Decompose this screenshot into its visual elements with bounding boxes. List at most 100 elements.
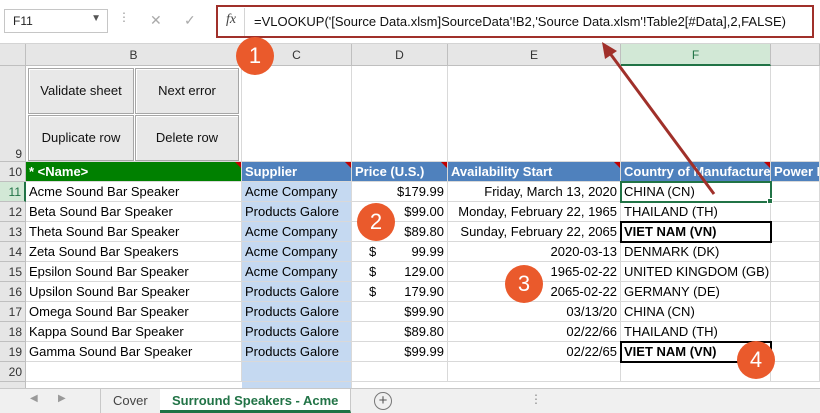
cell-country[interactable]: CHINA (CN) — [621, 302, 771, 322]
duplicate-row-button[interactable]: Duplicate row — [28, 115, 134, 161]
cell-power[interactable] — [771, 262, 820, 282]
cell-b20[interactable] — [26, 362, 242, 382]
row-header-18[interactable]: 18 — [0, 322, 26, 342]
cell-g9[interactable] — [771, 66, 820, 162]
cell-g20[interactable] — [771, 362, 820, 382]
cell-avail[interactable]: 03/13/20 — [448, 302, 621, 322]
cell-name[interactable]: Theta Sound Bar Speaker — [26, 222, 242, 242]
row-header-19[interactable]: 19 — [0, 342, 26, 362]
cell-supplier[interactable]: Products Galore — [242, 282, 352, 302]
delete-row-button[interactable]: Delete row — [135, 115, 239, 161]
header-supplier[interactable]: Supplier — [242, 162, 352, 182]
cell-name[interactable]: Omega Sound Bar Speaker — [26, 302, 242, 322]
cell-price[interactable]: $179.99 — [352, 182, 448, 202]
cell-supplier[interactable]: Products Galore — [242, 342, 352, 362]
cell-e20[interactable] — [448, 362, 621, 382]
more-options-icon[interactable]: ⋮ — [118, 10, 131, 24]
header-availability[interactable]: Availability Start — [448, 162, 621, 182]
cell-power[interactable] — [771, 202, 820, 222]
cell-avail[interactable]: Sunday, February 22, 2065 — [448, 222, 621, 242]
cell-power[interactable] — [771, 302, 820, 322]
cell-power[interactable] — [771, 222, 820, 242]
cell-supplier[interactable]: Products Galore — [242, 202, 352, 222]
row-header-13[interactable]: 13 — [0, 222, 26, 242]
cell-avail[interactable]: 2020-03-13 — [448, 242, 621, 262]
tab-scroll-right-icon[interactable]: ▶ — [58, 393, 66, 404]
cell-price[interactable]: $99.99 — [352, 342, 448, 362]
cell-price[interactable]: $99.90 — [352, 302, 448, 322]
header-country[interactable]: Country of Manufacture — [621, 162, 771, 182]
chevron-down-icon[interactable]: ▼ — [91, 13, 101, 24]
row-header-14[interactable]: 14 — [0, 242, 26, 262]
fill-handle[interactable] — [767, 198, 773, 204]
column-header-d[interactable]: D — [352, 44, 448, 66]
cell-power[interactable] — [771, 182, 820, 202]
enter-icon[interactable]: ✓ — [184, 12, 196, 29]
cell-avail[interactable]: Friday, March 13, 2020 — [448, 182, 621, 202]
price-value: 179.90 — [404, 284, 444, 299]
cell-country[interactable]: THAILAND (TH) — [621, 202, 771, 222]
cell-c9[interactable] — [242, 66, 352, 162]
cell-c20[interactable] — [242, 362, 352, 382]
cell-price[interactable]: $99.99 — [352, 242, 448, 262]
column-header-g[interactable] — [771, 44, 820, 66]
column-header-b[interactable]: B — [26, 44, 242, 66]
column-header-f[interactable]: F — [621, 44, 771, 66]
row-header-12[interactable]: 12 — [0, 202, 26, 222]
cell-name[interactable]: Beta Sound Bar Speaker — [26, 202, 242, 222]
cell-d20[interactable] — [352, 362, 448, 382]
cell-name[interactable]: Epsilon Sound Bar Speaker — [26, 262, 242, 282]
cell-country[interactable]: THAILAND (TH) — [621, 322, 771, 342]
cell-country[interactable]: GERMANY (DE) — [621, 282, 771, 302]
cell-power[interactable] — [771, 342, 820, 362]
row-header-15[interactable]: 15 — [0, 262, 26, 282]
cell-power[interactable] — [771, 322, 820, 342]
name-box[interactable]: F11 ▼ — [4, 9, 108, 33]
validate-sheet-button[interactable]: Validate sheet — [28, 68, 134, 114]
cell-power[interactable] — [771, 242, 820, 262]
row-header-11[interactable]: 11 — [0, 182, 26, 202]
cell-name[interactable]: Zeta Sound Bar Speakers — [26, 242, 242, 262]
cell-avail[interactable]: 02/22/66 — [448, 322, 621, 342]
tab-cover[interactable]: Cover — [100, 389, 161, 413]
cell-supplier[interactable]: Acme Company — [242, 182, 352, 202]
add-sheet-icon[interactable]: + — [374, 392, 392, 410]
cell-name[interactable]: Acme Sound Bar Speaker — [26, 182, 242, 202]
cell-supplier[interactable]: Products Galore — [242, 302, 352, 322]
cell-price[interactable]: $89.80 — [352, 322, 448, 342]
cell-country[interactable]: DENMARK (DK) — [621, 242, 771, 262]
cell-d9[interactable] — [352, 66, 448, 162]
cell-avail[interactable]: Monday, February 22, 1965 — [448, 202, 621, 222]
cell-country[interactable]: UNITED KINGDOM (GB) — [621, 262, 771, 282]
cell-supplier[interactable]: Acme Company — [242, 242, 352, 262]
row-header-9[interactable]: 9 — [0, 66, 26, 162]
cell-name[interactable]: Kappa Sound Bar Speaker — [26, 322, 242, 342]
currency-symbol: $ — [369, 244, 377, 259]
cell-f9[interactable] — [621, 66, 771, 162]
cell-name[interactable]: Gamma Sound Bar Speaker — [26, 342, 242, 362]
next-error-button[interactable]: Next error — [135, 68, 239, 114]
cell-power[interactable] — [771, 282, 820, 302]
cell-avail[interactable]: 02/22/65 — [448, 342, 621, 362]
cancel-icon[interactable]: ✕ — [150, 12, 162, 29]
row-header-17[interactable]: 17 — [0, 302, 26, 322]
row-header-10[interactable]: 10 — [0, 162, 26, 182]
active-cell-f11[interactable] — [620, 181, 772, 203]
header-power[interactable]: Power F — [771, 162, 820, 182]
cell-price[interactable]: $129.00 — [352, 262, 448, 282]
tab-surround-speakers-acme[interactable]: Surround Speakers - Acme — [160, 389, 352, 413]
cell-supplier[interactable]: Acme Company — [242, 262, 352, 282]
tab-scroll-left-icon[interactable]: ◀ — [30, 393, 38, 404]
more-tabs-icon[interactable]: ⋮ — [530, 392, 543, 406]
cell-name[interactable]: Upsilon Sound Bar Speaker — [26, 282, 242, 302]
cell-supplier[interactable]: Products Galore — [242, 322, 352, 342]
cell-supplier[interactable]: Acme Company — [242, 222, 352, 242]
header-price[interactable]: Price (U.S.) — [352, 162, 448, 182]
row-header-16[interactable]: 16 — [0, 282, 26, 302]
header-name[interactable]: * <Name> — [26, 162, 242, 182]
select-all-corner[interactable] — [0, 44, 26, 66]
row-header-20[interactable]: 20 — [0, 362, 26, 382]
column-header-e[interactable]: E — [448, 44, 621, 66]
cell-price[interactable]: $179.90 — [352, 282, 448, 302]
cell-e9[interactable] — [448, 66, 621, 162]
